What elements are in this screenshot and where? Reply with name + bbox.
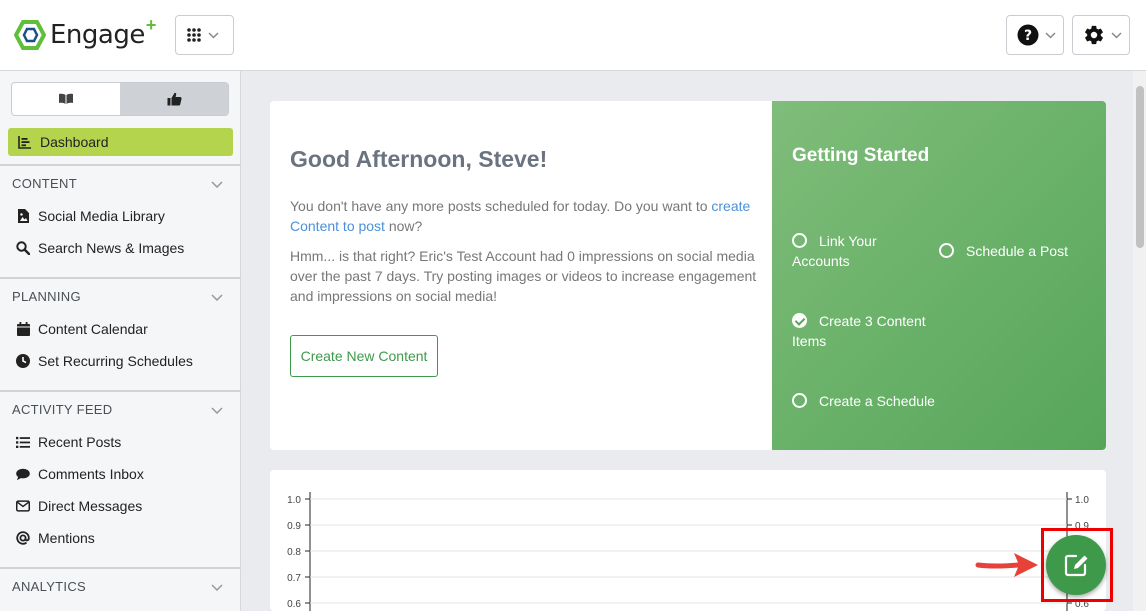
- grid-icon: [187, 28, 201, 42]
- book-open-icon: [59, 93, 73, 104]
- sidebar-item-label: Mentions: [38, 530, 95, 546]
- sidebar-item-content-calendar[interactable]: Content Calendar: [0, 313, 241, 345]
- sidebar-item-label: Content Calendar: [38, 321, 148, 337]
- logo-text: Engage: [50, 20, 145, 50]
- sidebar: Dashboard CONTENT Social Media Library S…: [0, 71, 241, 611]
- y-tick-label: 0.7: [287, 573, 301, 584]
- task-schedule-post[interactable]: Schedule a Post: [939, 241, 1099, 261]
- section-title: PLANNING: [12, 288, 81, 304]
- y-tick-label-right: 1.0: [1075, 495, 1089, 506]
- apps-menu-button[interactable]: [175, 15, 234, 55]
- y-tick-label: 0.8: [287, 547, 301, 558]
- hexagon-logo-icon: [14, 20, 46, 50]
- search-icon: [16, 241, 30, 255]
- impressions-chart-card: 1.00.90.80.70.61.00.90.80.70.6: [270, 470, 1106, 611]
- task-label: Create 3 Content Items: [792, 313, 926, 349]
- compose-post-button[interactable]: [1046, 535, 1106, 595]
- scrollbar-thumb[interactable]: [1136, 86, 1144, 248]
- sidebar-item-mentions[interactable]: Mentions: [0, 522, 241, 554]
- chart-bar-icon: [18, 136, 31, 149]
- sidebar-item-recurring-schedules[interactable]: Set Recurring Schedules: [0, 345, 241, 377]
- thumbs-up-icon: [167, 92, 182, 106]
- chevron-down-icon: [1111, 28, 1122, 42]
- help-circle-icon: ?: [1017, 24, 1039, 46]
- message-text: now?: [384, 218, 423, 234]
- section-header-planning[interactable]: PLANNING: [0, 277, 241, 313]
- circle-icon: [792, 393, 807, 408]
- section-header-activity-feed[interactable]: ACTIVITY FEED: [0, 390, 241, 426]
- y-tick-label: 0.6: [287, 599, 301, 610]
- impressions-message: Hmm... is that right? Eric's Test Accoun…: [290, 248, 757, 304]
- gear-icon: [1085, 25, 1103, 45]
- annotation-arrow: [975, 553, 1038, 577]
- chevron-down-icon: [211, 176, 223, 191]
- sidebar-section-planning: PLANNING Content Calendar Set Recurring …: [0, 277, 241, 377]
- sidebar-section-analytics: ANALYTICS: [0, 567, 241, 603]
- calendar-icon: [16, 322, 30, 336]
- sidebar-item-label: Direct Messages: [38, 498, 143, 514]
- circle-icon: [792, 233, 807, 248]
- message-text: You don't have any more posts scheduled …: [290, 198, 712, 214]
- settings-menu-button[interactable]: [1072, 15, 1130, 55]
- section-header-content[interactable]: CONTENT: [0, 164, 241, 200]
- sidebar-item-label: Comments Inbox: [38, 466, 144, 482]
- logo[interactable]: Engage +: [14, 14, 157, 52]
- chevron-down-icon: [211, 402, 223, 417]
- task-link-accounts[interactable]: Link Your Accounts: [792, 231, 912, 271]
- chevron-down-icon: [208, 28, 219, 42]
- section-title: ACTIVITY FEED: [12, 401, 113, 417]
- chevron-down-icon: [1045, 28, 1056, 42]
- sidebar-item-label: Search News & Images: [38, 240, 185, 256]
- getting-started-panel: Getting Started Link Your Accounts Sched…: [772, 101, 1106, 450]
- help-menu-button[interactable]: ?: [1006, 15, 1064, 55]
- sidebar-item-label: Set Recurring Schedules: [38, 353, 193, 369]
- chevron-down-icon: [211, 579, 223, 594]
- greeting-heading: Good Afternoon, Steve!: [290, 146, 548, 172]
- impressions-chart: 1.00.90.80.70.61.00.90.80.70.6: [287, 492, 1089, 611]
- sidebar-item-direct-messages[interactable]: Direct Messages: [0, 490, 241, 522]
- schedule-message: You don't have any more posts scheduled …: [290, 196, 760, 236]
- svg-text:?: ?: [1024, 28, 1032, 44]
- clock-icon: [16, 354, 30, 368]
- section-title: CONTENT: [12, 175, 77, 191]
- top-bar: Engage + ?: [0, 0, 1146, 71]
- section-title: ANALYTICS: [12, 578, 86, 594]
- sidebar-view-toggle: [11, 82, 229, 116]
- sidebar-item-dashboard[interactable]: Dashboard: [8, 128, 233, 156]
- file-image-icon: [16, 209, 30, 223]
- toggle-library-view[interactable]: [12, 83, 120, 115]
- welcome-card: Good Afternoon, Steve! You don't have an…: [270, 101, 1106, 450]
- sidebar-item-search-news-images[interactable]: Search News & Images: [0, 232, 241, 264]
- sidebar-item-comments-inbox[interactable]: Comments Inbox: [0, 458, 241, 490]
- sidebar-item-label: Recent Posts: [38, 434, 122, 450]
- task-create-content-items[interactable]: Create 3 Content Items: [792, 311, 942, 351]
- envelope-icon: [16, 500, 30, 512]
- chevron-down-icon: [211, 289, 223, 304]
- at-icon: [16, 531, 30, 545]
- y-tick-label: 0.9: [287, 521, 301, 532]
- sidebar-item-label: Dashboard: [40, 134, 109, 150]
- main-scrollbar[interactable]: [1133, 71, 1146, 611]
- sidebar-section-content: CONTENT Social Media Library Search News…: [0, 164, 241, 264]
- check-circle-icon: [792, 313, 807, 328]
- create-new-content-button[interactable]: Create New Content: [290, 335, 438, 377]
- task-label: Schedule a Post: [966, 243, 1068, 259]
- sidebar-item-label: Social Media Library: [38, 208, 165, 224]
- task-label: Create a Schedule: [819, 393, 935, 409]
- sidebar-section-activity-feed: ACTIVITY FEED Recent Posts Comments Inbo…: [0, 390, 241, 554]
- logo-plus: +: [145, 14, 157, 35]
- toggle-engagement-view[interactable]: [120, 83, 228, 115]
- sidebar-item-recent-posts[interactable]: Recent Posts: [0, 426, 241, 458]
- y-tick-label: 1.0: [287, 495, 301, 506]
- list-icon: [16, 436, 30, 449]
- edit-icon: [1064, 554, 1088, 577]
- circle-icon: [939, 243, 954, 258]
- sidebar-item-social-media-library[interactable]: Social Media Library: [0, 200, 241, 232]
- getting-started-title: Getting Started: [792, 145, 930, 166]
- comment-icon: [16, 468, 30, 481]
- task-create-schedule[interactable]: Create a Schedule: [792, 391, 972, 411]
- section-header-analytics[interactable]: ANALYTICS: [0, 567, 241, 603]
